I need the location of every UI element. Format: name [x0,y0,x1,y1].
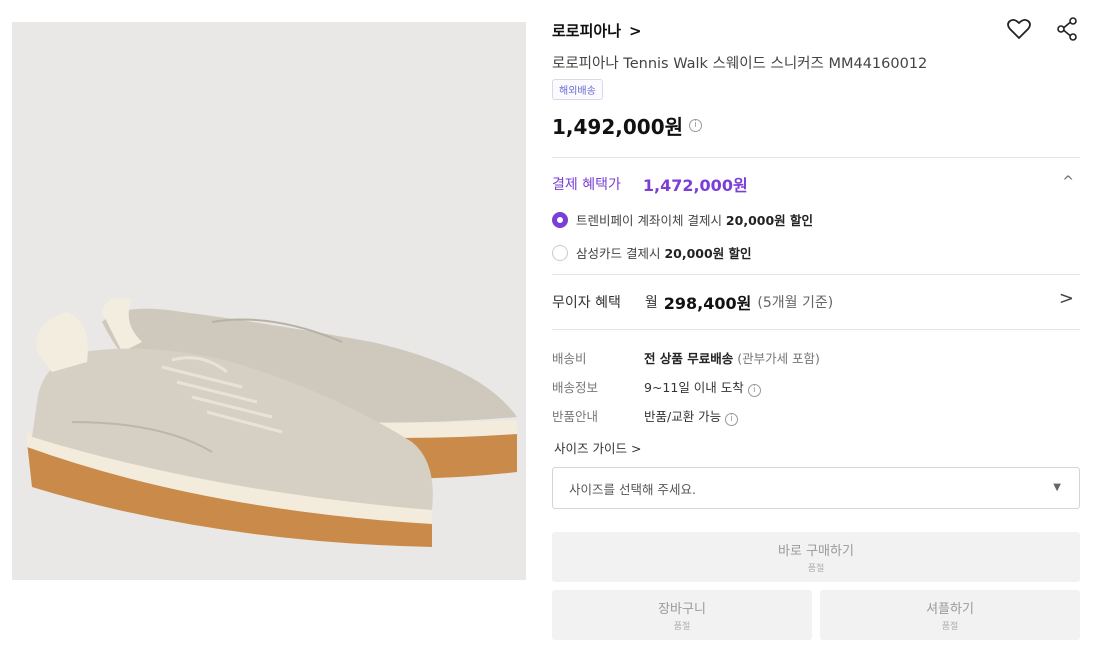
benefit-option[interactable]: 트렌비페이 계좌이체 결제시 20,000원 할인 [552,210,813,229]
share-icon[interactable] [1054,16,1080,42]
size-select[interactable]: 사이즈를 선택해 주세요. ▼ [552,467,1080,509]
installment-label: 무이자 혜택 [552,295,621,311]
installment-note: (5개월 기준) [757,295,834,311]
product-image [12,22,526,580]
installment-benefit[interactable]: 무이자 혜택 월 298,400원 (5개월 기준) > [552,288,1080,314]
benefit-price: 1,472,000원 [642,176,748,195]
product-price: 1,492,000원 i [552,111,703,140]
shopping-button[interactable]: 셔플하기 품절 [820,590,1080,640]
chevron-right-icon: > [629,21,642,40]
divider [552,157,1080,158]
price-value: 1,492,000원 [552,115,684,139]
size-guide-link[interactable]: 사이즈 가이드 > [554,438,641,457]
benefit-option-label: 삼성카드 결제시 20,000원 할인 [576,246,752,261]
info-icon[interactable]: i [689,119,703,132]
info-icon[interactable]: i [747,384,761,397]
product-actions [1006,16,1080,42]
size-select-placeholder: 사이즈를 선택해 주세요. [569,481,696,497]
radio-unselected[interactable] [552,244,568,261]
chevron-up-icon[interactable]: ^ [1062,174,1074,190]
divider [552,274,1080,275]
buy-now-button[interactable]: 바로 구매하기 품절 [552,532,1080,582]
info-icon[interactable]: i [725,413,739,426]
benefit-label: 결제 혜택가 [552,177,621,193]
installment-amount: 298,400원 [663,294,752,313]
benefit-option[interactable]: 삼성카드 결제시 20,000원 할인 [552,243,752,262]
add-to-cart-button[interactable]: 장바구니 품절 [552,590,812,640]
radio-selected[interactable] [552,211,568,228]
shipping-badge: 해외배송 [552,79,603,100]
brand-name: 로로피아나 [552,22,622,40]
caret-down-icon: ▼ [1053,482,1061,493]
shipping-info-row: 배송정보 9~11일 이내 도착 i [552,377,761,397]
payment-benefit-header[interactable]: 결제 혜택가 1,472,000원 ^ [552,172,1080,196]
divider [552,329,1080,330]
return-info-row: 반품안내 반품/교환 가능 i [552,406,739,426]
chevron-right-icon[interactable]: > [1059,288,1074,309]
sneaker-illustration [27,297,517,547]
installment-prefix: 월 [644,295,658,311]
product-title: 로로피아나 Tennis Walk 스웨이드 스니커즈 MM44160012 [552,56,928,72]
benefit-option-label: 트렌비페이 계좌이체 결제시 20,000원 할인 [576,213,814,228]
heart-icon[interactable] [1006,16,1032,42]
shipping-fee-row: 배송비 전 상품 무료배송 (관부가세 포함) [552,351,820,366]
brand-link[interactable]: 로로피아나 > [552,20,642,41]
